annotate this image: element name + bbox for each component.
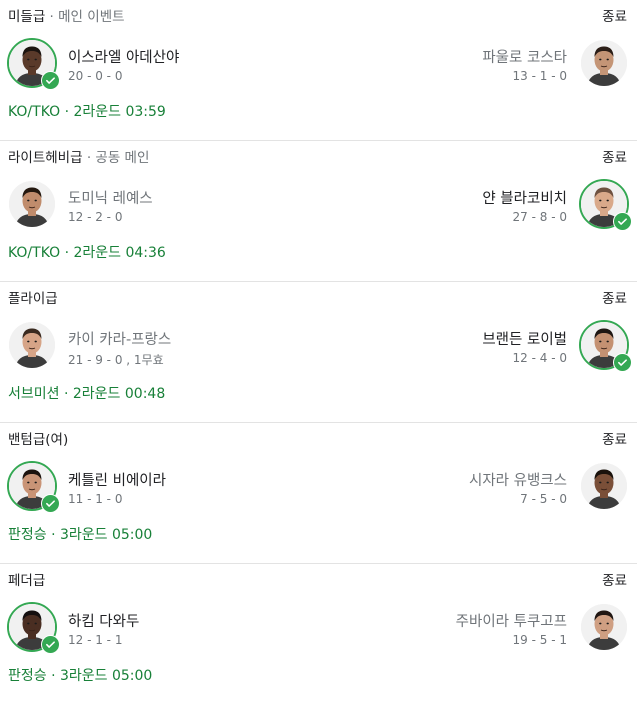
- fighter-right-avatar[interactable]: [579, 320, 632, 372]
- fight-status: 종료: [602, 9, 627, 25]
- weight-class-label: 라이트헤비급 · 공동 메인: [8, 146, 149, 166]
- fighter-right-name[interactable]: 파울로 코스타: [482, 46, 567, 67]
- fighter-left-avatar[interactable]: [7, 602, 60, 654]
- result-method: 판정승: [8, 527, 47, 543]
- weight-class-label: 플라이급: [8, 287, 58, 307]
- fighter-right-record: 19 - 5 - 1: [512, 633, 567, 647]
- fight-list: 미들급 · 메인 이벤트 종료 이스라엘 아데산야 20 - 0 - 0 파울로…: [0, 0, 637, 705]
- weight-class-name: 라이트헤비급: [8, 150, 83, 166]
- fighter-left-avatar[interactable]: [7, 461, 60, 513]
- fighter-right-record: 12 - 4 - 0: [512, 351, 567, 365]
- weight-class-label: 밴텀급(여): [8, 428, 68, 448]
- fighter-right-record: 27 - 8 - 0: [512, 210, 567, 224]
- result-separator: ·: [46, 527, 60, 543]
- fight-result: 서브미션 · 2라운드 00:48: [8, 383, 165, 403]
- result-round-time: 3라운드 05:00: [60, 668, 153, 684]
- weight-event-separator: ·: [45, 9, 59, 25]
- weight-class-name: 플라이급: [8, 291, 58, 307]
- fighter-left-avatar[interactable]: [7, 38, 60, 90]
- fighter-right-name[interactable]: 얀 블라코비치: [482, 187, 567, 208]
- fighter-left-name[interactable]: 도미닉 레예스: [68, 187, 153, 208]
- fighter-left-name[interactable]: 케틀린 비에이라: [68, 469, 166, 490]
- fighter-left-avatar[interactable]: [9, 181, 55, 227]
- result-separator: ·: [46, 668, 60, 684]
- result-method: KO/TKO: [8, 104, 61, 120]
- fighter-left-avatar[interactable]: [9, 322, 55, 368]
- fight-card[interactable]: 페더급 종료 하킴 다와두 12 - 1 - 1 주바이라 투쿠고프 19 - …: [0, 564, 637, 705]
- fighter-right-avatar[interactable]: [581, 40, 627, 86]
- fighter-photo: [9, 181, 55, 227]
- fighter-left-record: 20 - 0 - 0: [68, 69, 123, 83]
- fight-status: 종료: [602, 573, 627, 589]
- weight-class-name: 페더급: [8, 573, 46, 589]
- winner-check-icon: [41, 635, 60, 654]
- event-label: 공동 메인: [95, 150, 150, 166]
- weight-class-name: 미들급: [8, 9, 46, 25]
- fight-status: 종료: [602, 291, 627, 307]
- winner-check-icon: [41, 494, 60, 513]
- result-round-time: 2라운드 04:36: [73, 245, 166, 261]
- fighter-right-record: 13 - 1 - 0: [512, 69, 567, 83]
- winner-check-icon: [613, 212, 632, 231]
- result-separator: ·: [60, 104, 74, 120]
- result-separator: ·: [60, 245, 74, 261]
- fight-result: 판정승 · 3라운드 05:00: [8, 524, 152, 544]
- fighter-left-record: 11 - 1 - 0: [68, 492, 123, 506]
- result-method: KO/TKO: [8, 245, 61, 261]
- fighter-left-record: 12 - 2 - 0: [68, 210, 123, 224]
- weight-class-label: 페더급: [8, 569, 45, 589]
- fight-card[interactable]: 라이트헤비급 · 공동 메인 종료 도미닉 레예스 12 - 2 - 0 얀 블…: [0, 141, 637, 282]
- fighter-right-name[interactable]: 주바이라 투쿠고프: [456, 610, 567, 631]
- winner-check-icon: [41, 71, 60, 90]
- fight-status: 종료: [602, 432, 627, 448]
- winner-check-icon: [613, 353, 632, 372]
- fighter-left-name[interactable]: 이스라엘 아데산야: [68, 46, 179, 67]
- result-method: 서브미션: [8, 386, 60, 402]
- fight-result: KO/TKO · 2라운드 03:59: [8, 101, 166, 121]
- fight-result: KO/TKO · 2라운드 04:36: [8, 242, 166, 262]
- result-round-time: 2라운드 03:59: [73, 104, 166, 120]
- fighter-left-name[interactable]: 카이 카라-프랑스: [68, 328, 171, 349]
- fighter-right-name[interactable]: 시자라 유뱅크스: [469, 469, 567, 490]
- fight-card[interactable]: 밴텀급(여) 종료 케틀린 비에이라 11 - 1 - 0 시자라 유뱅크스 7…: [0, 423, 637, 564]
- fighter-photo: [9, 322, 55, 368]
- result-method: 판정승: [8, 668, 47, 684]
- fighter-left-record: 21 - 9 - 0 , 1무효: [68, 353, 164, 367]
- weight-event-separator: ·: [82, 150, 96, 166]
- weight-class-label: 미들급 · 메인 이벤트: [8, 5, 125, 25]
- fight-card[interactable]: 미들급 · 메인 이벤트 종료 이스라엘 아데산야 20 - 0 - 0 파울로…: [0, 0, 637, 141]
- result-separator: ·: [59, 386, 73, 402]
- fighter-left-record: 12 - 1 - 1: [68, 633, 123, 647]
- weight-class-name: 밴텀급(여): [8, 432, 69, 448]
- fighter-right-avatar[interactable]: [581, 604, 627, 650]
- fighter-right-name[interactable]: 브랜든 로이벌: [482, 328, 567, 349]
- fighter-photo: [581, 604, 627, 650]
- fight-status: 종료: [602, 150, 627, 166]
- fighter-right-avatar[interactable]: [579, 179, 632, 231]
- fighter-right-record: 7 - 5 - 0: [520, 492, 567, 506]
- fighter-right-avatar[interactable]: [581, 463, 627, 509]
- fight-result: 판정승 · 3라운드 05:00: [8, 665, 152, 685]
- fighter-photo: [581, 40, 627, 86]
- fighter-left-name[interactable]: 하킴 다와두: [68, 610, 139, 631]
- result-round-time: 3라운드 05:00: [60, 527, 153, 543]
- event-label: 메인 이벤트: [58, 9, 125, 25]
- fight-card[interactable]: 플라이급 종료 카이 카라-프랑스 21 - 9 - 0 , 1무효 브랜든 로…: [0, 282, 637, 423]
- fighter-photo: [581, 463, 627, 509]
- result-round-time: 2라운드 00:48: [72, 386, 166, 402]
